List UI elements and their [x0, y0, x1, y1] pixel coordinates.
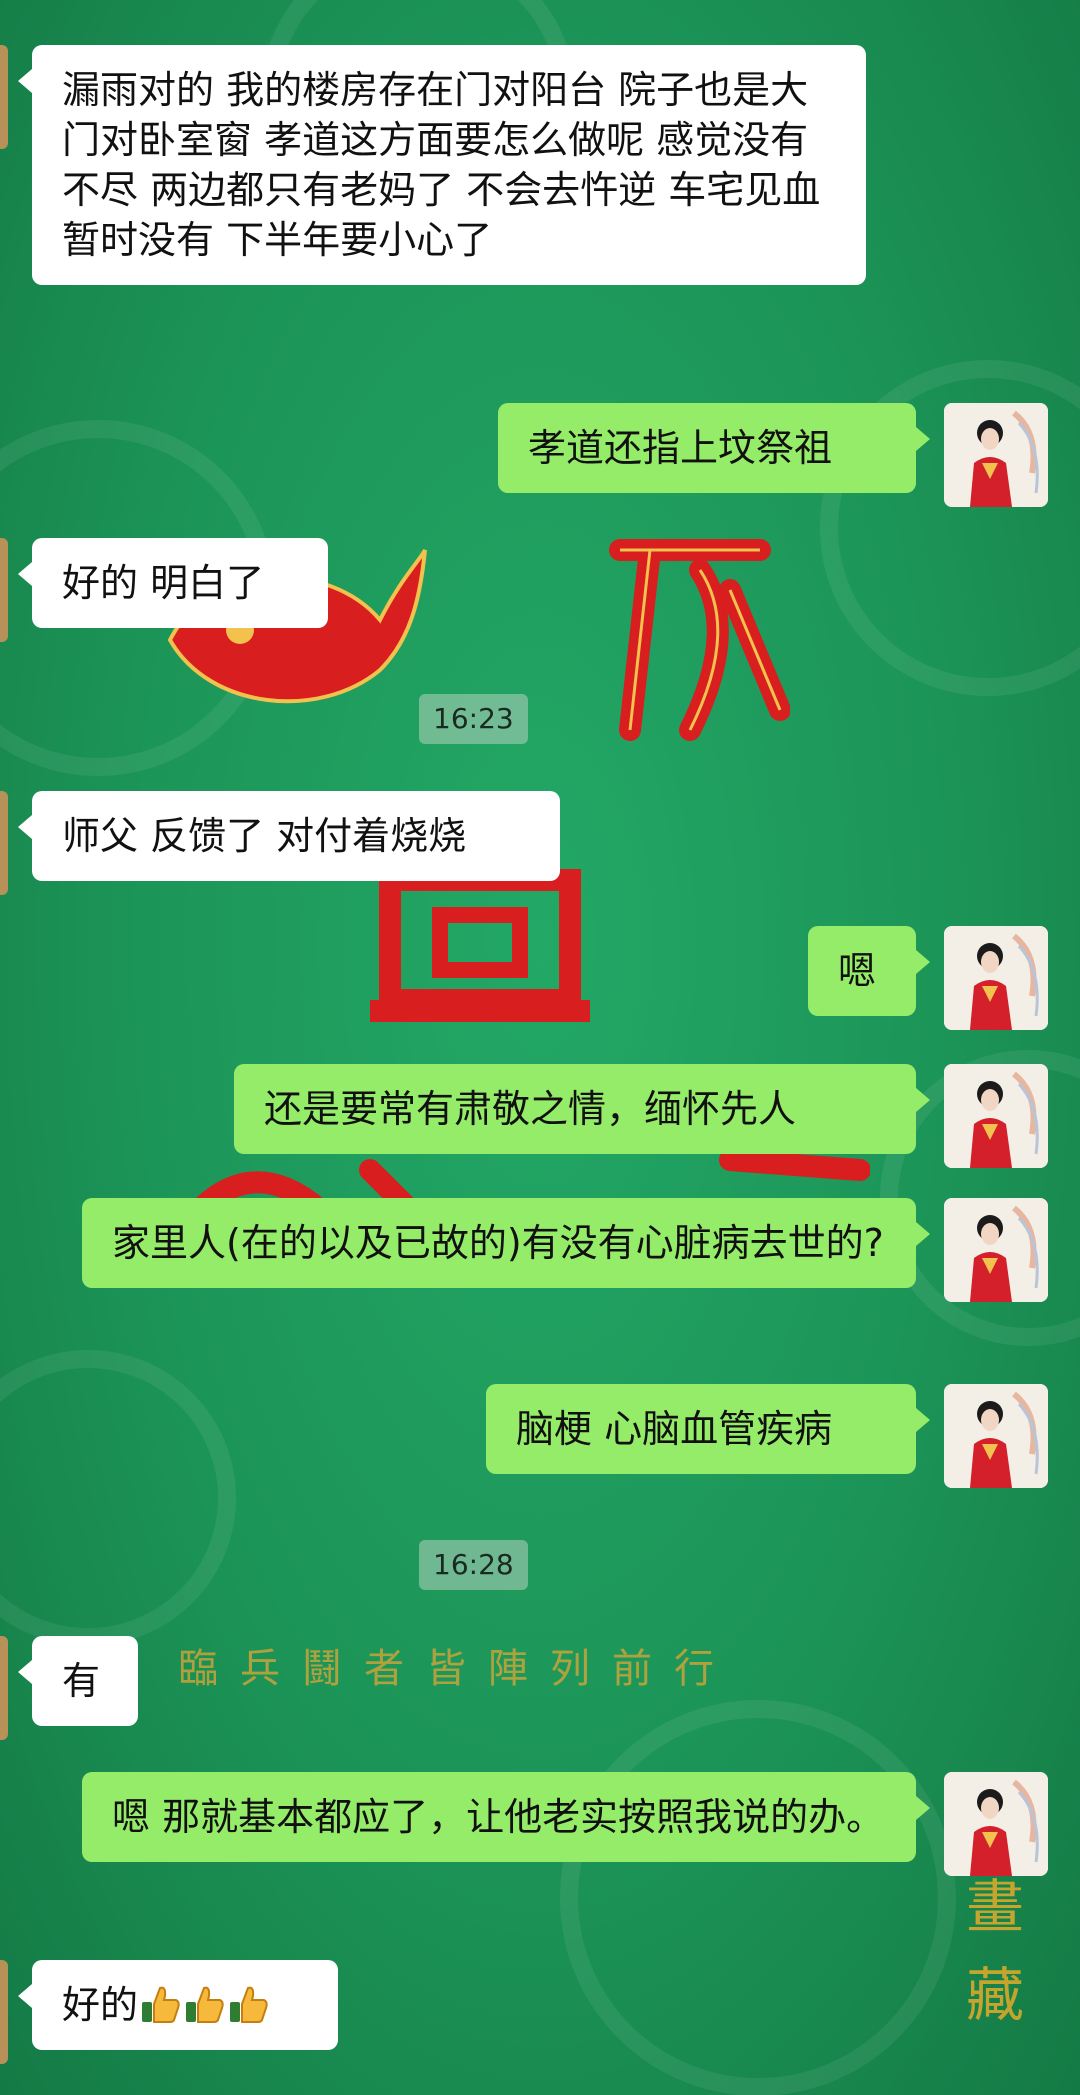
- thumbs-up-icon: [186, 1986, 224, 2023]
- my-avatar[interactable]: [944, 403, 1048, 507]
- message-text: 师父 反馈了 对付着烧烧: [62, 814, 467, 858]
- message-bubble-outgoing[interactable]: 孝道还指上坟祭祖: [498, 403, 930, 493]
- message-bubble-outgoing[interactable]: 嗯: [808, 926, 930, 1016]
- my-avatar[interactable]: [944, 1198, 1048, 1302]
- message-text: 家里人(在的以及已故的)有没有心脏病去世的?: [112, 1221, 884, 1265]
- message-bubble-incoming[interactable]: 有: [18, 1636, 138, 1726]
- thumbs-up-icon: [230, 1986, 268, 2023]
- message-text: 脑梗 心脑血管疾病: [516, 1407, 833, 1451]
- cloud-motif: [560, 1700, 956, 2095]
- sender-avatar-edge[interactable]: [0, 45, 8, 149]
- my-avatar[interactable]: [944, 1384, 1048, 1488]
- red-seal-glyph-middle: [370, 869, 590, 1022]
- message-bubble-outgoing[interactable]: 还是要常有肃敬之情，缅怀先人: [234, 1064, 930, 1154]
- vertical-char-2: 藏: [965, 1961, 1024, 2029]
- message-text: 好的 明白了: [62, 561, 265, 605]
- message-text: 嗯 那就基本都应了，让他老实按照我说的办。: [112, 1795, 885, 1839]
- sender-avatar-edge[interactable]: [0, 1960, 8, 2064]
- timestamp: 16:23: [419, 694, 528, 744]
- sender-avatar-edge[interactable]: [0, 538, 8, 642]
- thumbs-up-icon: [142, 1986, 180, 2023]
- vertical-char-1: 畫: [965, 1873, 1024, 1941]
- message-text: 好的: [62, 1983, 139, 2027]
- message-bubble-outgoing[interactable]: 家里人(在的以及已故的)有没有心脏病去世的?: [82, 1198, 930, 1288]
- sender-avatar-edge[interactable]: [0, 791, 8, 895]
- message-text: 孝道还指上坟祭祖: [528, 426, 833, 470]
- my-avatar[interactable]: [944, 1064, 1048, 1168]
- red-seal-glyph-top: [609, 539, 790, 741]
- message-bubble-incoming[interactable]: 好的: [18, 1960, 338, 2050]
- message-text: 漏雨对的 我的楼房存在门对阳台 院子也是大门对卧室窗 孝道这方面要怎么做呢 感觉…: [62, 68, 821, 262]
- message-bubble-outgoing[interactable]: 嗯 那就基本都应了，让他老实按照我说的办。: [82, 1772, 930, 1862]
- message-bubble-incoming[interactable]: 好的 明白了: [18, 538, 328, 628]
- message-bubble-outgoing[interactable]: 脑梗 心脑血管疾病: [486, 1384, 930, 1474]
- message-bubble-incoming[interactable]: 师父 反馈了 对付着烧烧: [18, 791, 560, 881]
- message-text: 还是要常有肃敬之情，缅怀先人: [264, 1087, 797, 1131]
- my-avatar[interactable]: [944, 926, 1048, 1030]
- sender-avatar-edge[interactable]: [0, 1636, 8, 1740]
- message-text: 嗯: [838, 949, 877, 993]
- my-avatar[interactable]: [944, 1772, 1048, 1876]
- poster-text: 臨兵鬪者皆陣列前行: [178, 1646, 736, 1692]
- message-bubble-incoming[interactable]: 漏雨对的 我的楼房存在门对阳台 院子也是大门对卧室窗 孝道这方面要怎么做呢 感觉…: [18, 45, 866, 285]
- message-text: 有: [62, 1659, 101, 1703]
- timestamp: 16:28: [419, 1540, 528, 1590]
